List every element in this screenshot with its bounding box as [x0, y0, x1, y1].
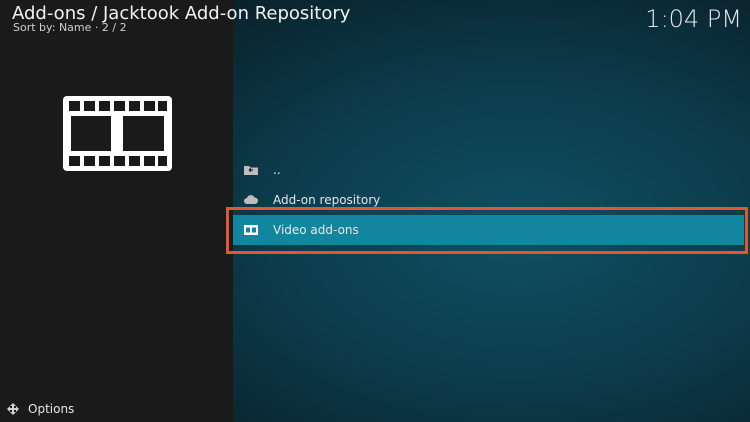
options-button[interactable]: Options [6, 402, 74, 416]
addon-list: .. Add-on repository Video add-ons [233, 155, 750, 245]
film-icon [243, 224, 259, 236]
list-item-parent-folder[interactable]: .. [233, 155, 750, 185]
list-item-video-addons[interactable]: Video add-ons [233, 215, 744, 245]
list-item-label: Video add-ons [273, 223, 359, 237]
list-item-label: Add-on repository [273, 193, 381, 207]
options-arrows-icon [6, 402, 20, 416]
left-panel [0, 0, 233, 422]
cloud-icon [243, 194, 259, 206]
list-item-label: .. [273, 163, 281, 177]
folder-back-icon [243, 164, 259, 176]
film-strip-icon [63, 96, 172, 171]
sort-info: Sort by: Name · 2 / 2 [13, 21, 127, 34]
options-label: Options [28, 402, 75, 416]
kodi-screen: Add-ons / Jacktook Add-on Repository Sor… [0, 0, 750, 422]
list-item-addon-repository[interactable]: Add-on repository [233, 185, 750, 215]
clock: 1:04 PM [645, 5, 742, 33]
